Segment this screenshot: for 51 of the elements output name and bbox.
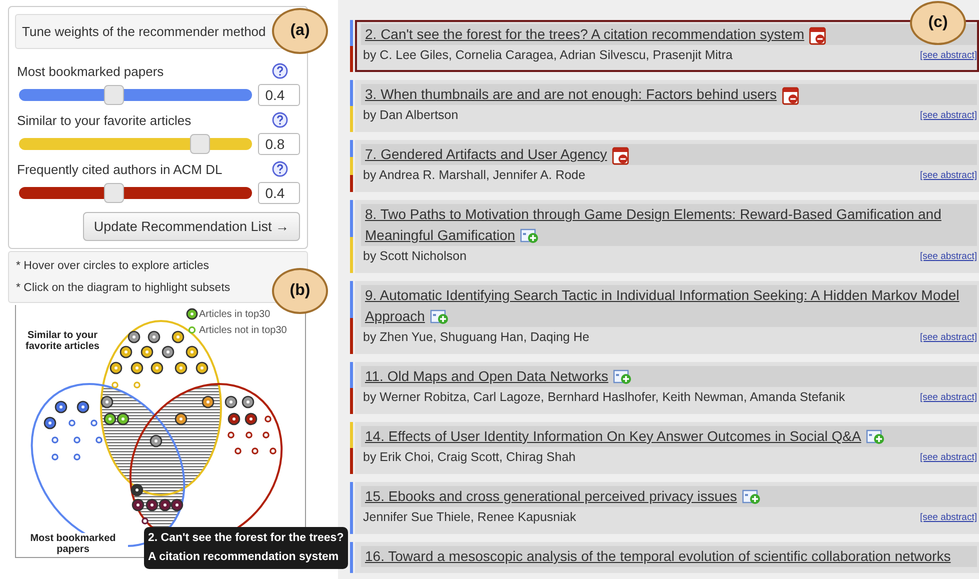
see-abstract-link[interactable]: [see abstract] bbox=[920, 507, 977, 528]
see-abstract-link[interactable]: [see abstract] bbox=[920, 246, 977, 267]
article-card[interactable]: 8. Two Paths to Motivation through Game Design Elements: Reward-Based Gamification and Meaningful Gamification by Scott Nicholson [see abstract] bbox=[355, 200, 979, 273]
see-abstract-link[interactable]: [see abstract] bbox=[920, 447, 977, 468]
see-abstract-link[interactable]: [see abstract] bbox=[920, 387, 977, 408]
see-abstract-link[interactable]: [see abstract] bbox=[920, 45, 977, 66]
help-icon[interactable] bbox=[272, 161, 288, 177]
article-authors: by Werner Robitza, Carl Lagoze, Bernhard Haslhofer, Keith Newman, Amanda Stefanik bbox=[363, 389, 845, 406]
weight-field[interactable]: 0.4 bbox=[258, 84, 300, 106]
article-authors: by Erik Choi, Craig Scott, Chirag Shah bbox=[363, 449, 576, 466]
legend-label: Articles not in top30 bbox=[199, 324, 287, 336]
article-authors: by Andrea R. Marshall, Jennifer A. Rode bbox=[363, 167, 586, 184]
update-button[interactable]: Update Recommendation List → bbox=[82, 212, 300, 241]
article-authors: by Dan Albertson bbox=[363, 107, 458, 124]
window-plus-icon[interactable] bbox=[430, 309, 449, 326]
slider-label: Frequently cited authors in ACM DL bbox=[17, 162, 222, 176]
calendar-minus-icon[interactable] bbox=[612, 146, 630, 165]
see-abstract-link[interactable]: [see abstract] bbox=[920, 105, 977, 126]
annotation-callout: (a) bbox=[272, 8, 328, 54]
article-card[interactable]: 15. Ebooks and cross generational perceived privacy issues Jennifer Sue Thiele, Renee Kapusniak [see abstract] bbox=[355, 482, 979, 534]
article-card[interactable]: 16. Toward a mesoscopic analysis of the temporal evolution of scientific collaboration networks bbox=[355, 542, 979, 573]
help-icon[interactable] bbox=[272, 112, 288, 128]
slider-thumb[interactable] bbox=[104, 183, 124, 203]
hint-text: * Hover over circles to explore articles bbox=[16, 259, 210, 274]
tooltip-text: 2. Can't see the forest for the trees? A citation recommendation system bbox=[148, 531, 344, 565]
window-plus-icon[interactable] bbox=[866, 429, 886, 446]
article-authors: by C. Lee Giles, Cornelia Caragea, Adrian Silvescu, Prasenjit Mitra bbox=[363, 47, 733, 64]
slider-label: Similar to your favorite articles bbox=[17, 112, 192, 128]
legend-label: Articles in top30 bbox=[199, 308, 270, 320]
annotation-callout: (b) bbox=[272, 268, 328, 314]
window-plus-icon[interactable] bbox=[520, 228, 540, 244]
calendar-minus-icon[interactable] bbox=[809, 26, 826, 45]
article-card[interactable]: 11. Old Maps and Open Data Networks by Werner Robitza, Carl Lagoze, Bernhard Haslhofer, Keith Newman, Amanda Stefanik [see abstract] bbox=[355, 362, 979, 414]
window-plus-icon[interactable] bbox=[742, 489, 761, 506]
see-abstract-link[interactable]: [see abstract] bbox=[920, 327, 977, 348]
slider-label: Most bookmarked papers bbox=[17, 64, 164, 78]
article-authors: Jennifer Sue Thiele, Renee Kapusniak bbox=[363, 509, 576, 526]
article-card[interactable]: 3. When thumbnails are and are not enough: Factors behind users by Dan Albertson [see abstract] bbox=[355, 80, 979, 132]
calendar-minus-icon[interactable] bbox=[782, 86, 799, 105]
window-plus-icon[interactable] bbox=[613, 369, 632, 386]
article-authors: by Scott Nicholson bbox=[363, 248, 467, 265]
see-abstract-link[interactable]: [see abstract] bbox=[920, 165, 977, 186]
help-icon[interactable] bbox=[272, 63, 288, 79]
article-card[interactable]: 7. Gendered Artifacts and User Agency by Andrea R. Marshall, Jennifer A. Rode [see abstract] bbox=[355, 140, 979, 192]
slider-thumb[interactable] bbox=[104, 85, 124, 105]
article-authors: by Zhen Yue, Shuguang Han, Daqing He bbox=[363, 329, 590, 346]
article-card[interactable]: 9. Automatic Identifying Search Tactic in Individual Information Seeking: A Hidden Markov Model Approach by Zhen Yue, Shuguang Han, Daqing He [see abstract] bbox=[355, 281, 979, 354]
slider-thumb[interactable] bbox=[190, 134, 210, 154]
weight-field[interactable]: 0.8 bbox=[258, 133, 300, 155]
weight-field[interactable]: 0.4 bbox=[258, 182, 300, 204]
article-card[interactable]: 14. Effects of User Identity Information On Key Answer Outcomes in Social Q&A by Erik Choi, Craig Scott, Chirag Shah [see abstract] bbox=[355, 422, 979, 474]
